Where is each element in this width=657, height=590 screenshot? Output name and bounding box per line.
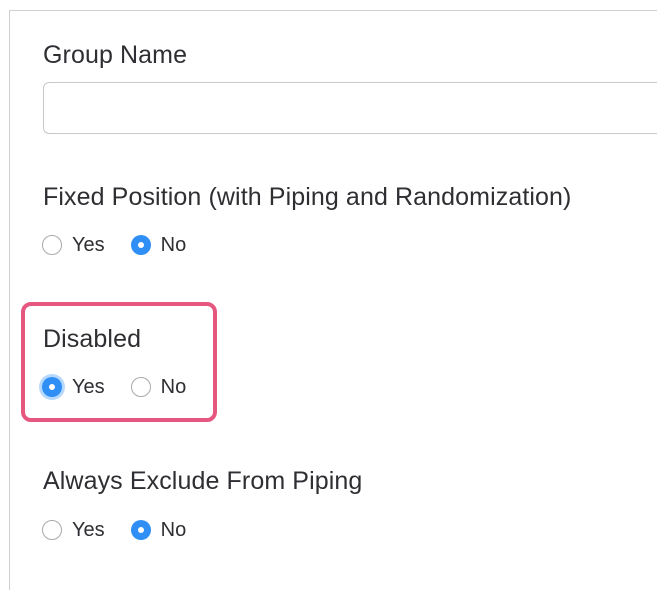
highlight-annotation-box — [21, 302, 217, 422]
fixed-position-no-option[interactable]: No — [130, 233, 187, 257]
exclude-piping-no-label[interactable]: No — [161, 518, 187, 542]
fixed-position-radio-group: Yes No — [42, 233, 212, 257]
exclude-piping-yes-radio[interactable] — [42, 520, 62, 540]
group-name-input[interactable] — [43, 82, 657, 134]
group-name-label: Group Name — [43, 41, 188, 69]
disabled-label: Disabled — [43, 325, 142, 353]
fixed-position-yes-radio[interactable] — [42, 235, 62, 255]
disabled-yes-label[interactable]: Yes — [72, 375, 105, 399]
exclude-piping-yes-option[interactable]: Yes — [42, 518, 105, 542]
disabled-no-option[interactable]: No — [130, 375, 187, 399]
exclude-piping-no-radio[interactable] — [130, 520, 151, 540]
disabled-yes-option[interactable]: Yes — [42, 375, 105, 399]
exclude-piping-radio-group: Yes No — [42, 518, 212, 542]
fixed-position-label: Fixed Position (with Piping and Randomiz… — [43, 183, 572, 211]
disabled-radio-group: Yes No — [42, 375, 212, 399]
disabled-no-radio[interactable] — [130, 377, 151, 397]
exclude-piping-yes-label[interactable]: Yes — [72, 518, 105, 542]
fixed-position-yes-option[interactable]: Yes — [42, 233, 105, 257]
fixed-position-yes-label[interactable]: Yes — [72, 233, 105, 257]
disabled-no-label[interactable]: No — [161, 375, 187, 399]
exclude-piping-no-option[interactable]: No — [130, 518, 187, 542]
exclude-piping-label: Always Exclude From Piping — [43, 467, 363, 495]
fixed-position-no-label[interactable]: No — [161, 233, 187, 257]
disabled-yes-radio[interactable] — [42, 377, 62, 397]
fixed-position-no-radio[interactable] — [130, 235, 151, 255]
